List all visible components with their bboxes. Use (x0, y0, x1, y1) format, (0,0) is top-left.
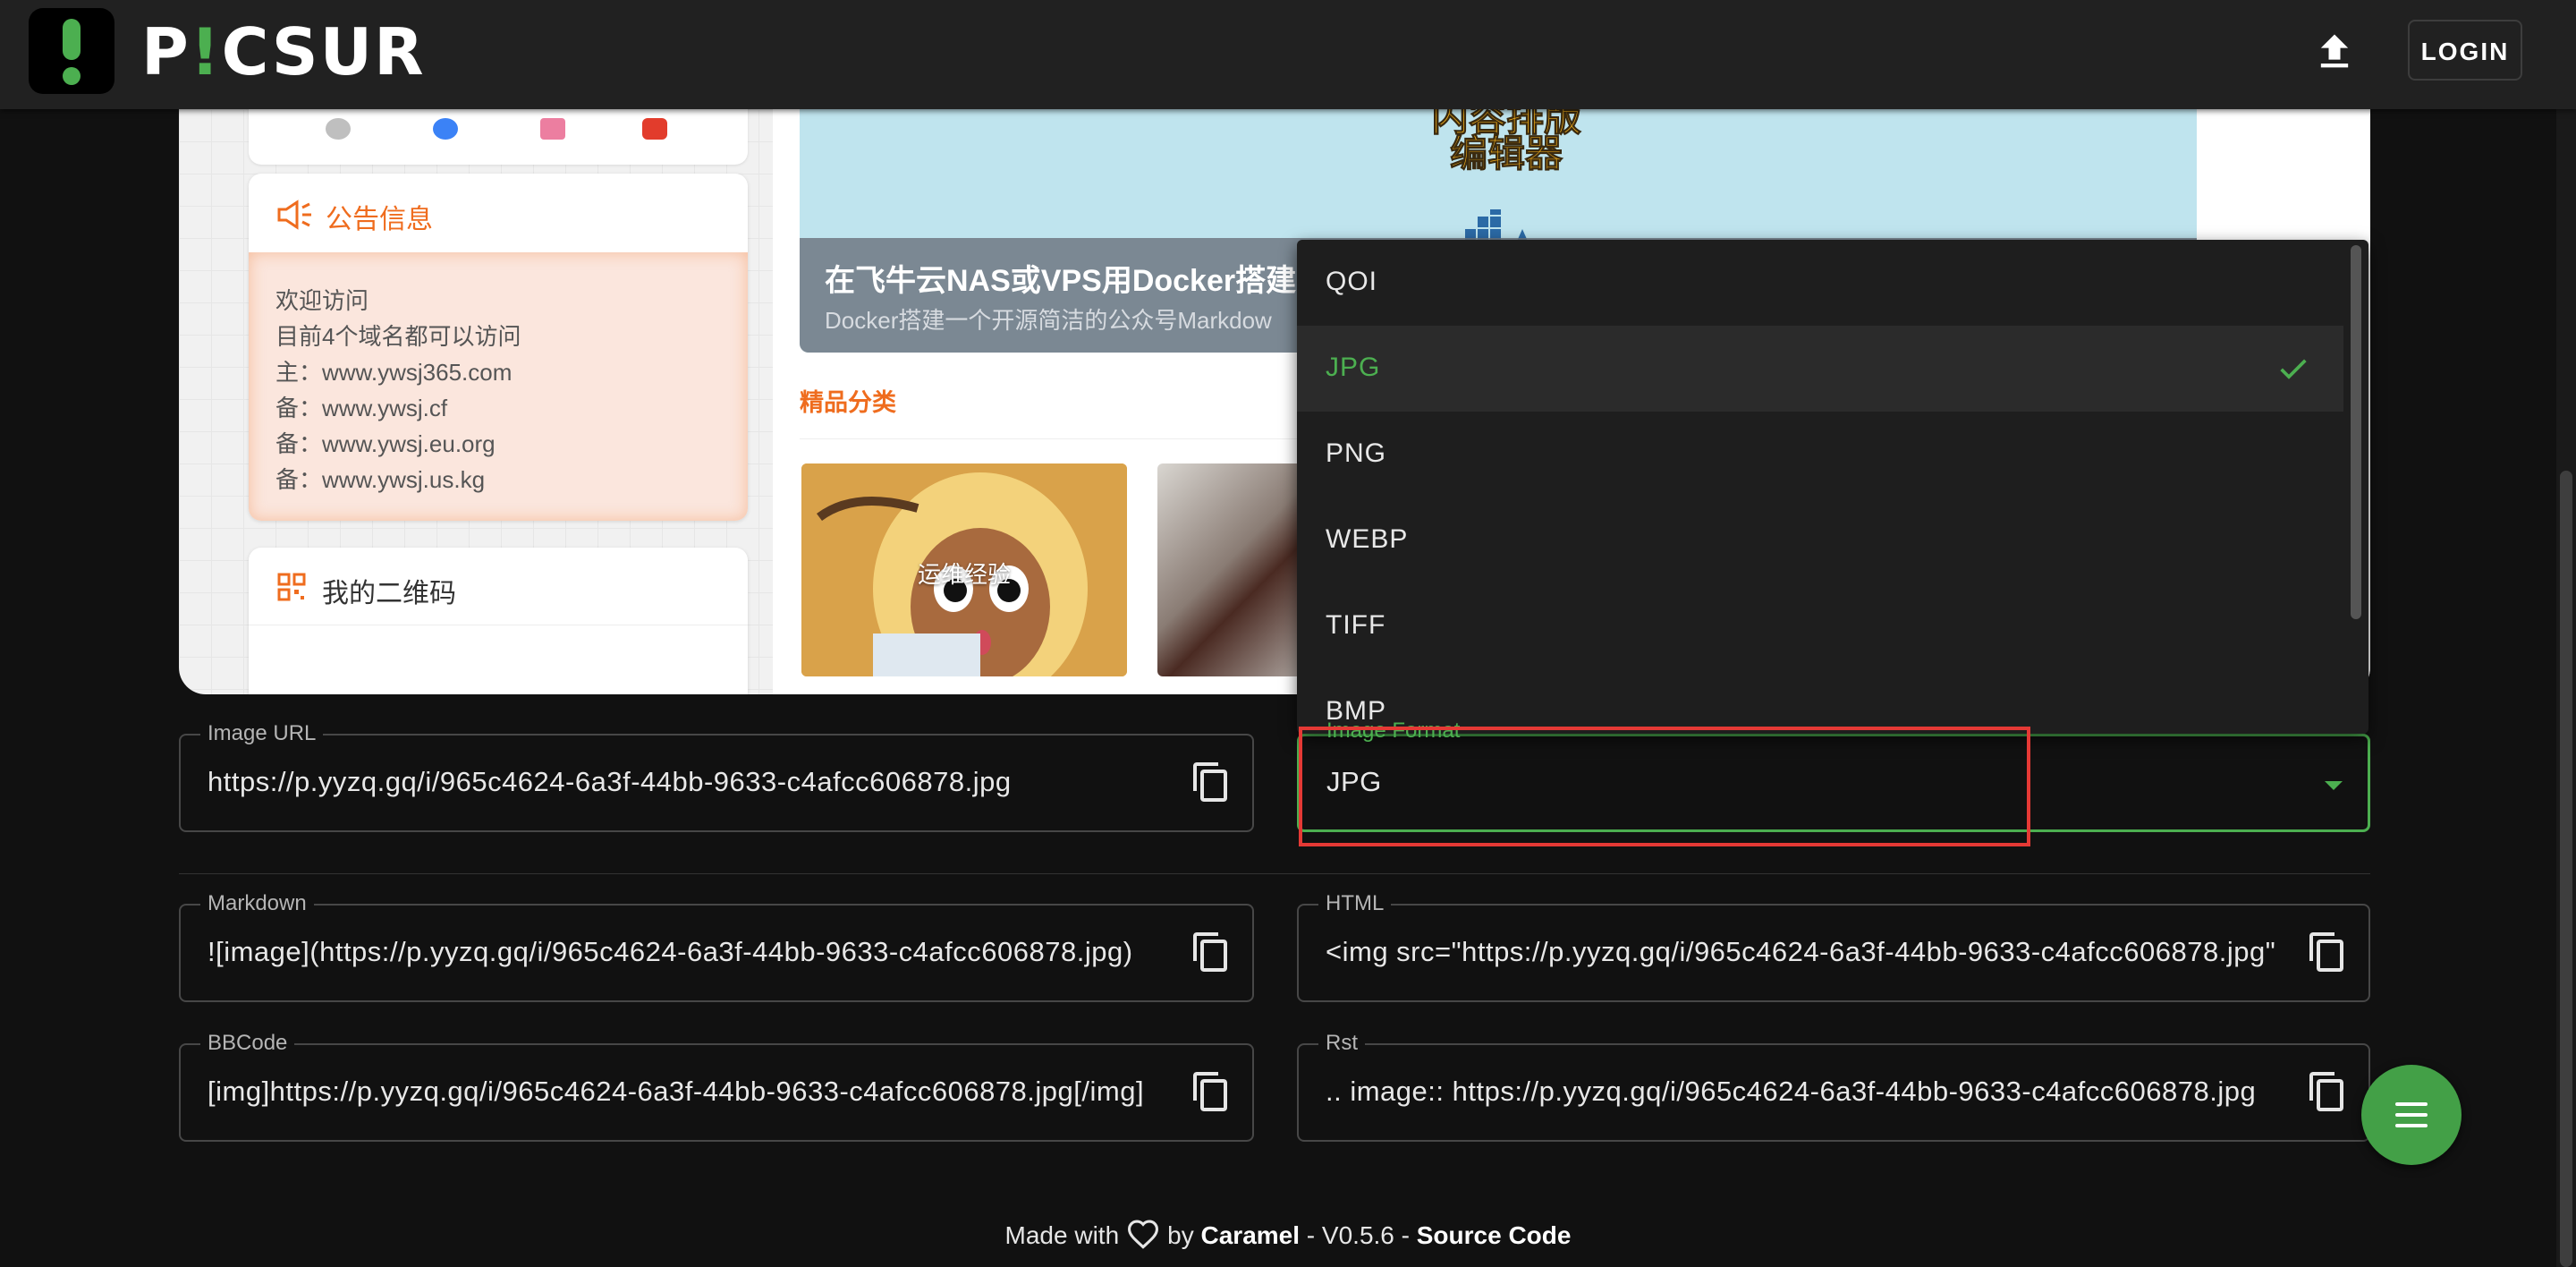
copy-icon[interactable] (2306, 1070, 2349, 1113)
announcement-line: 主：www.ywsj365.com (275, 359, 513, 386)
hamburger-menu-icon (2395, 1113, 2428, 1117)
banner-title: 在飞牛云NAS或VPS用Docker搭建 (825, 264, 1297, 298)
menu-scrollbar[interactable] (2351, 245, 2361, 619)
footer-by: by (1167, 1221, 1194, 1249)
copy-icon[interactable] (1190, 1070, 1233, 1113)
logo-exclamation-bar (63, 19, 80, 60)
bbcode-field[interactable]: BBCode [img]https://p.yyzq.gq/i/965c4624… (179, 1031, 1254, 1142)
category-thumbnail (1157, 463, 1318, 676)
copy-icon[interactable] (1190, 761, 1233, 804)
social-icons-card (249, 109, 748, 165)
social-icon (326, 118, 351, 140)
html-field[interactable]: HTML <img src="https://p.yyzq.gq/i/965c4… (1297, 891, 2370, 1002)
format-option-label: QOI (1326, 267, 1378, 296)
qr-code-card: 我的二维码 (249, 548, 748, 694)
markdown-value[interactable]: ![image](https://p.yyzq.gq/i/965c4624-6a… (208, 936, 1163, 968)
announcement-card: 公告信息 欢迎访问 目前4个域名都可以访问 主：www.ywsj365.com … (249, 174, 748, 521)
html-label: HTML (1318, 891, 1392, 916)
banner-heading-text: 编辑器 (1449, 132, 1563, 175)
checkmark-icon (2280, 359, 2307, 379)
section-divider (179, 873, 2370, 874)
upload-icon[interactable] (2311, 29, 2358, 75)
picsur-logo-icon[interactable] (29, 8, 114, 94)
format-option-label: TIFF (1326, 610, 1386, 640)
category-thumbnail-label: 运维经验 (917, 561, 1011, 588)
format-option-webp[interactable]: WEBP (1297, 497, 2343, 583)
format-option-png[interactable]: PNG (1297, 412, 2343, 497)
hamburger-menu-icon (2395, 1124, 2428, 1127)
footer-made-with: Made with (1004, 1221, 1120, 1249)
hamburger-menu-icon (2395, 1102, 2428, 1106)
markdown-label: Markdown (200, 891, 314, 916)
footer-version: - V0.5.6 - (1300, 1221, 1417, 1249)
social-icon (642, 118, 667, 140)
qr-code-icon (277, 573, 306, 601)
image-url-value[interactable]: https://p.yyzq.gq/i/965c4624-6a3f-44bb-9… (208, 766, 1156, 798)
announcement-line: 欢迎访问 (275, 287, 369, 314)
bbcode-value[interactable]: [img]https://p.yyzq.gq/i/965c4624-6a3f-4… (208, 1076, 1163, 1108)
page-scrollbar-thumb[interactable] (2560, 471, 2572, 1267)
category-thumbnail: 运维经验 (801, 463, 1127, 676)
top-app-bar: P!CSUR LOGIN (0, 0, 2576, 109)
format-option-tiff[interactable]: TIFF (1297, 583, 2343, 669)
image-format-menu[interactable]: QOI JPG PNG WEBP TIFF BMP (1297, 240, 2368, 734)
announcement-title: 公告信息 (326, 205, 433, 234)
rst-field[interactable]: Rst .. image:: https://p.yyzq.gq/i/965c4… (1297, 1031, 2370, 1142)
format-option-label: WEBP (1326, 524, 1409, 554)
format-option-label: JPG (1326, 353, 1381, 382)
source-code-link[interactable]: Source Code (1417, 1221, 1572, 1249)
image-url-label: Image URL (200, 721, 324, 746)
highlight-annotation-box (1299, 727, 2030, 846)
html-value[interactable]: <img src="https://p.yyzq.gq/i/965c4624-6… (1326, 936, 2279, 968)
footer-author-link[interactable]: Caramel (1201, 1221, 1301, 1249)
chevron-down-icon[interactable] (2325, 781, 2343, 790)
announcement-header: 公告信息 (249, 174, 748, 253)
social-icon (540, 118, 565, 140)
footer: Made with by Caramel - V0.5.6 - Source Co… (0, 1219, 2576, 1250)
announcement-line: 备：www.ywsj.eu.org (275, 430, 496, 457)
copy-icon[interactable] (1190, 931, 1233, 974)
image-url-field[interactable]: Image URL https://p.yyzq.gq/i/965c4624-6… (179, 721, 1254, 832)
megaphone-icon (277, 200, 311, 230)
copy-icon[interactable] (2306, 931, 2349, 974)
menu-fab-button[interactable] (2361, 1065, 2462, 1165)
rst-value[interactable]: .. image:: https://p.yyzq.gq/i/965c4624-… (1326, 1076, 2279, 1108)
rst-label: Rst (1318, 1031, 1365, 1056)
announcement-line: 备：www.ywsj.cf (275, 395, 448, 421)
announcement-line: 目前4个域名都可以访问 (275, 323, 521, 350)
announcement-line: 备：www.ywsj.us.kg (275, 466, 486, 493)
bbcode-label: BBCode (200, 1031, 295, 1056)
heart-icon (1128, 1220, 1159, 1249)
markdown-field[interactable]: Markdown ![image](https://p.yyzq.gq/i/96… (179, 891, 1254, 1002)
format-option-jpg[interactable]: JPG (1297, 326, 2343, 412)
qr-code-title: 我的二维码 (322, 579, 456, 608)
format-option-label: PNG (1326, 438, 1387, 468)
format-option-qoi[interactable]: QOI (1297, 240, 2343, 326)
social-icon (433, 118, 458, 140)
login-button[interactable]: LOGIN (2408, 20, 2522, 81)
logo-exclamation-dot (63, 67, 80, 85)
banner-subtitle: Docker搭建一个开源简洁的公众号Markdow (825, 307, 1272, 334)
picsur-wordmark[interactable]: P!CSUR (141, 16, 426, 88)
announcement-body: 欢迎访问 目前4个域名都可以访问 主：www.ywsj365.com 备：www… (249, 252, 748, 521)
category-heading: 精品分类 (800, 389, 896, 416)
